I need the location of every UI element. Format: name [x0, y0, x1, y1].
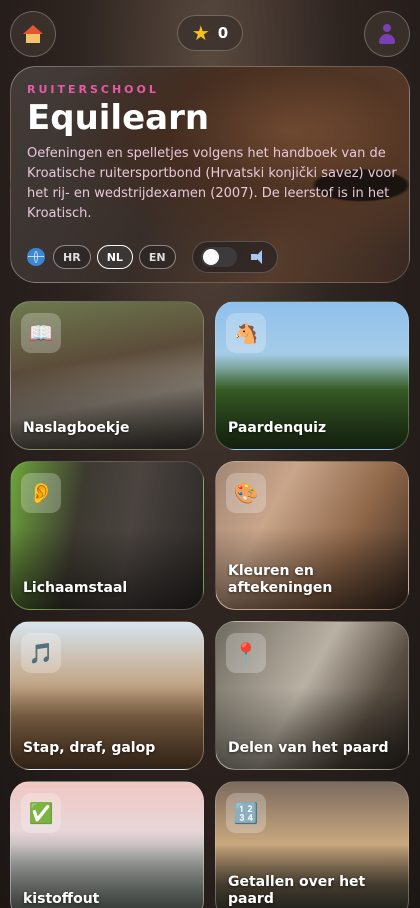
music-note-icon: 🎵: [21, 633, 61, 673]
card-label: Stap, draf, galop: [23, 740, 156, 756]
card-label: Kleuren en aftekeningen: [228, 563, 333, 596]
language-button-nl[interactable]: NL: [96, 245, 133, 269]
app-title: Equilearn: [27, 98, 210, 138]
card-label: Getallen over het paard: [228, 874, 366, 907]
card-label: Delen van het paard: [228, 740, 389, 756]
globe-icon: [27, 248, 45, 266]
card-label: Lichaamstaal: [23, 580, 128, 596]
checkbox-icon: ✅: [21, 793, 61, 833]
card-label: Paardenquiz: [228, 420, 327, 436]
hero-kicker: RUITERSCHOOL: [27, 83, 159, 96]
sound-toggle-group: [191, 241, 278, 273]
language-button-en[interactable]: EN: [138, 245, 176, 269]
palette-icon: 🎨: [226, 473, 266, 513]
language-selector: HR NL EN: [27, 241, 278, 273]
horse-face-icon: 🐴: [226, 313, 266, 353]
language-button-hr[interactable]: HR: [53, 245, 91, 269]
home-button[interactable]: [10, 11, 56, 57]
numbers-icon: 🔢: [226, 793, 266, 833]
hero-description: Oefeningen en spelletjes volgens het han…: [27, 146, 397, 221]
speaker-icon: [250, 250, 267, 264]
sound-toggle[interactable]: [200, 247, 237, 267]
hero-card: RUITERSCHOOL Equilearn Oefeningen en spe…: [10, 66, 410, 283]
star-icon: ★: [191, 21, 210, 45]
pin-icon: 📍: [226, 633, 266, 673]
card-kistoffout[interactable]: ✅ kistoffout: [10, 781, 204, 908]
card-stap-draf-galop[interactable]: 🎵 Stap, draf, galop: [10, 621, 204, 770]
profile-button[interactable]: [364, 11, 410, 57]
card-paardenquiz[interactable]: 🐴 Paardenquiz: [215, 301, 409, 450]
book-icon: 📖: [21, 313, 61, 353]
ear-icon: 👂: [21, 473, 61, 513]
card-label: kistoffout: [23, 891, 100, 907]
score-badge[interactable]: ★ 0: [177, 15, 243, 51]
card-kleuren[interactable]: 🎨 Kleuren en aftekeningen: [215, 461, 409, 610]
card-lichaamstaal[interactable]: 👂 Lichaamstaal: [10, 461, 204, 610]
score-value: 0: [217, 24, 229, 42]
card-label: Naslagboekje: [23, 420, 130, 436]
top-bar: ★ 0: [0, 0, 420, 66]
card-getallen[interactable]: 🔢 Getallen over het paard: [215, 781, 409, 908]
house-icon: [23, 25, 43, 43]
card-naslagboekje[interactable]: 📖 Naslagboekje: [10, 301, 204, 450]
card-delen-van-het-paard[interactable]: 📍 Delen van het paard: [215, 621, 409, 770]
person-silhouette-icon: [377, 24, 397, 44]
